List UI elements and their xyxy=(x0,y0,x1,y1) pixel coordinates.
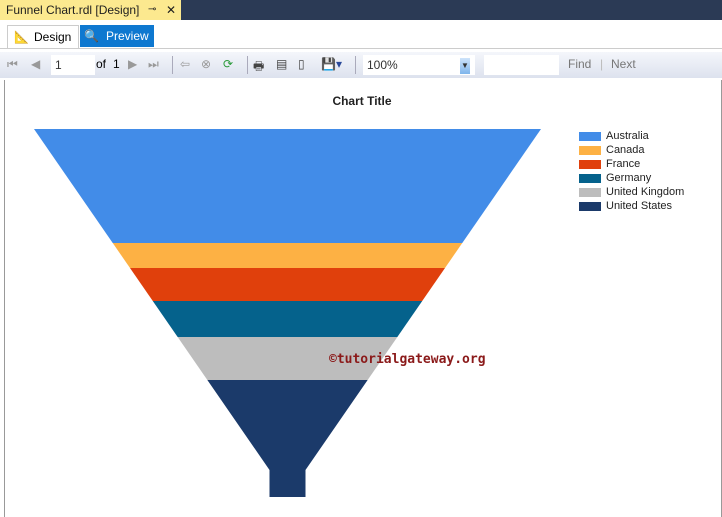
legend-swatch xyxy=(579,145,601,155)
legend-item: Germany xyxy=(579,171,684,185)
legend-label: France xyxy=(606,158,641,170)
watermark: ©tutorialgateway.org xyxy=(329,352,486,367)
funnel-segment-germany xyxy=(152,301,423,337)
funnel-chart xyxy=(34,129,541,497)
legend-swatch xyxy=(579,187,601,197)
legend-swatch xyxy=(579,173,601,183)
funnel-segment-australia xyxy=(34,129,541,243)
legend-label: Germany xyxy=(606,172,652,184)
legend-label: Australia xyxy=(606,130,649,142)
legend-label: United States xyxy=(606,200,673,212)
funnel-segment-united-states xyxy=(207,380,368,497)
legend-item: Australia xyxy=(579,129,684,143)
legend-item: United States xyxy=(579,199,684,213)
legend-label: Canada xyxy=(606,144,645,156)
legend-swatch xyxy=(579,131,601,141)
funnel-segment-canada xyxy=(112,243,463,268)
legend-label: United Kingdom xyxy=(606,186,685,198)
legend-item: France xyxy=(579,157,684,171)
funnel-segment-france xyxy=(129,268,446,301)
legend-swatch xyxy=(579,201,601,211)
legend-swatch xyxy=(579,159,601,169)
chart-legend: Australia Canada France Germany United Kingd… xyxy=(579,129,684,213)
legend-item: Canada xyxy=(579,143,684,157)
legend-item: United Kingdom xyxy=(579,185,684,199)
